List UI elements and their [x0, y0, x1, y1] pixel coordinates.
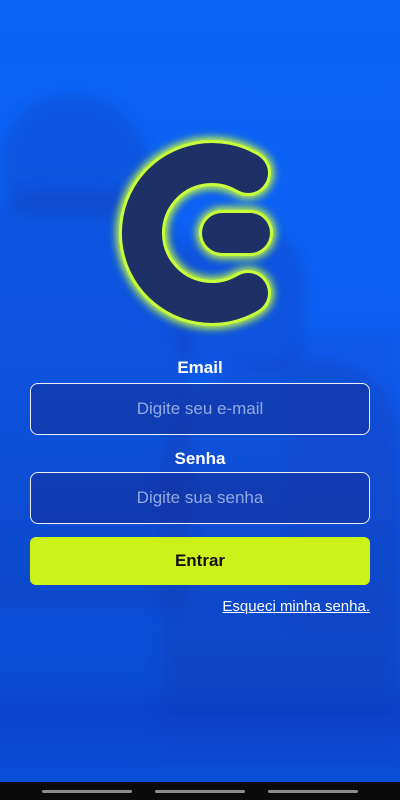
- background-bottom-fade: [0, 680, 400, 782]
- password-field[interactable]: [31, 473, 369, 523]
- nav-indicator[interactable]: [155, 790, 245, 793]
- password-field-container: [30, 472, 370, 524]
- nav-indicator[interactable]: [42, 790, 132, 793]
- email-field-container: [30, 383, 370, 435]
- email-label: Email: [177, 358, 223, 377]
- nav-indicator[interactable]: [268, 790, 358, 793]
- system-navigation-bar: [0, 782, 400, 800]
- submit-button[interactable]: Entrar: [30, 537, 370, 585]
- password-label: Senha: [174, 449, 226, 468]
- forgot-password-link[interactable]: Esqueci minha senha.: [222, 598, 370, 615]
- c-logo-icon: [119, 140, 273, 326]
- app-logo: [119, 138, 275, 328]
- email-field[interactable]: [31, 384, 369, 434]
